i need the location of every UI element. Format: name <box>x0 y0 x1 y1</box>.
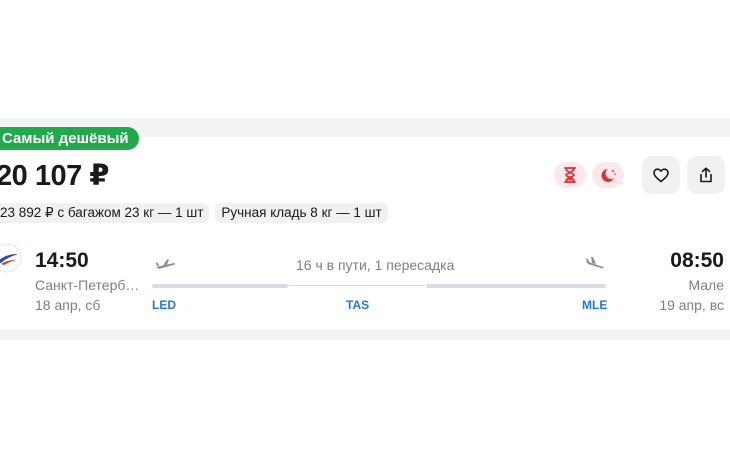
arrival-airport-code[interactable]: MLE <box>582 298 607 312</box>
moon-icon <box>601 169 616 182</box>
departure-airport-code[interactable]: LED <box>152 298 176 312</box>
share-icon <box>700 167 712 183</box>
departure-city: Санкт-Петерб… <box>35 277 140 293</box>
arrival-city: Мале <box>688 277 724 293</box>
night-flight-tag[interactable] <box>592 162 624 188</box>
arrival-date: 19 апр, вс <box>659 297 724 313</box>
long-layover-tag[interactable] <box>554 162 586 188</box>
takeoff-plane-icon <box>155 259 176 269</box>
airline-logo <box>0 243 22 273</box>
cheapest-badge: Самый дешёвый <box>0 127 139 150</box>
baggage-chips: 23 892 ₽ с багажом 23 кг — 1 шт Ручная к… <box>0 203 388 223</box>
baggage-price-chip[interactable]: 23 892 ₽ с багажом 23 кг — 1 шт <box>0 203 210 223</box>
flight-duration: 16 ч в пути, 1 пересадка <box>296 257 455 273</box>
layover-airport-code[interactable]: TAS <box>346 298 369 312</box>
hand-luggage-chip[interactable]: Ручная кладь 8 кг — 1 шт <box>215 203 388 223</box>
segment-bar-second <box>426 284 606 288</box>
layover-line <box>289 285 425 286</box>
departure-time: 14:50 <box>35 249 89 272</box>
landing-plane-icon <box>586 257 604 269</box>
departure-date: 18 апр, сб <box>35 297 101 313</box>
ticket-price: 20 107 ₽ <box>0 160 109 192</box>
segment-bar-first <box>152 284 288 288</box>
hourglass-icon <box>564 167 576 183</box>
favorite-button[interactable] <box>642 156 680 194</box>
share-button[interactable] <box>687 156 725 194</box>
arrival-time: 08:50 <box>670 249 724 272</box>
heart-icon <box>653 167 669 182</box>
